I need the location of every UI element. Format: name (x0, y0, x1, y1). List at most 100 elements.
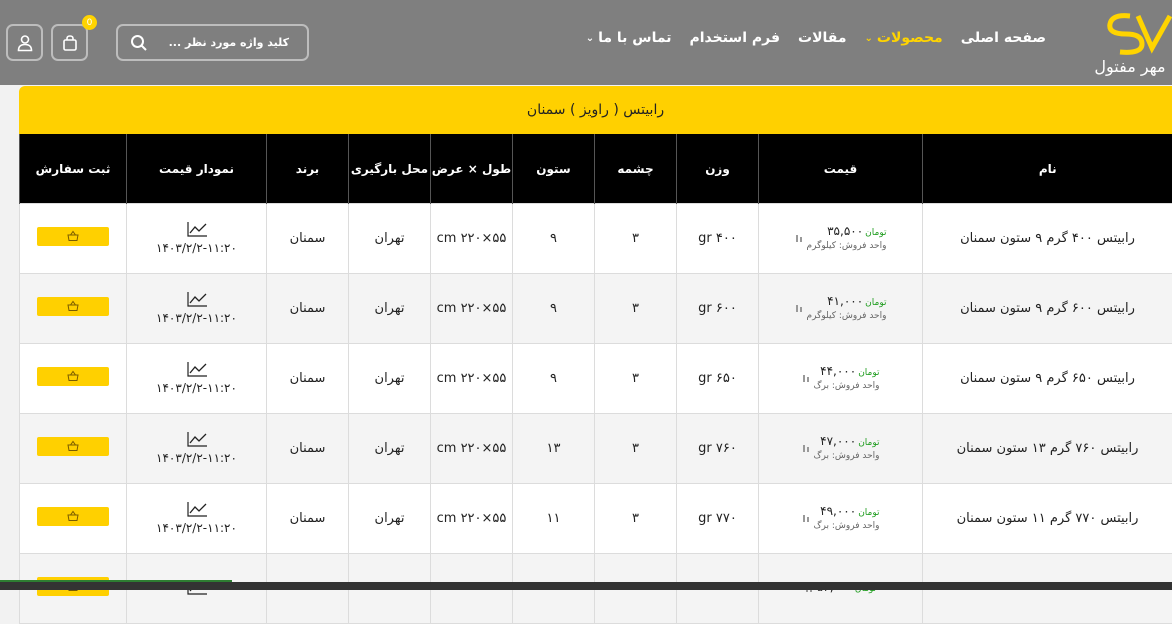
weight-cell: ۷۷۰ gr (677, 484, 759, 554)
price-date: ۱۴۰۳/۲/۲-۱۱:۲۰ (156, 381, 237, 395)
chart-cell[interactable]: ۱۴۰۳/۲/۲-۱۱:۲۰ (127, 344, 267, 414)
columns-cell: ۱۳ (513, 414, 595, 484)
nav-contact[interactable]: تماس با ما ⌄ (586, 30, 672, 46)
sale-unit: واحد فروش: برگ (814, 451, 880, 463)
order-button[interactable] (37, 437, 109, 456)
chevron-down-icon: ⌄ (865, 33, 873, 44)
header-brand: برند (267, 134, 349, 204)
order-cell (20, 414, 127, 484)
chart-cell[interactable]: ۱۴۰۳/۲/۲-۱۱:۲۰ (127, 204, 267, 274)
brand-cell: سمنان (267, 204, 349, 274)
weight-cell: ۶۰۰ gr (677, 274, 759, 344)
nav-products-label: محصولات (877, 30, 943, 46)
price-trend-icon (795, 303, 803, 313)
chart-cell[interactable]: ۱۴۰۳/۲/۲-۱۱:۲۰ (127, 484, 267, 554)
header-columns: ستون (513, 134, 595, 204)
price-cell: تومان۳۵,۵۰۰واحد فروش: کیلوگرم (759, 204, 923, 274)
price-value: ۴۱,۰۰۰ (827, 294, 863, 308)
basket-icon (67, 300, 79, 312)
currency-label: تومان (858, 438, 879, 448)
sale-unit: واحد فروش: کیلوگرم (807, 311, 887, 323)
shopping-bag-icon (61, 34, 79, 52)
nav-products[interactable]: محصولات ⌄ (865, 30, 943, 46)
nav-contact-label: تماس با ما (598, 30, 671, 46)
columns-cell: ۹ (513, 344, 595, 414)
line-chart-icon[interactable] (186, 501, 208, 517)
size-cell: ۵۵×۲۲۰ cm (431, 484, 513, 554)
currency-label: تومان (865, 228, 886, 238)
table-header-row: نام قیمت وزن چشمه ستون طول × عرض محل بار… (20, 134, 1172, 204)
account-button[interactable] (6, 24, 43, 61)
cart-count-badge: 0 (82, 15, 97, 30)
header-order: ثبت سفارش (20, 134, 127, 204)
chart-cell[interactable]: ۱۴۰۳/۲/۲-۱۱:۲۰ (127, 274, 267, 344)
search-input[interactable]: کلید واژه مورد نظر ... (148, 36, 289, 49)
table-row: رابیتس ۶۵۰ گرم ۹ ستون سمنانتومان۴۴,۰۰۰وا… (20, 344, 1172, 414)
order-button[interactable] (37, 507, 109, 526)
chevron-down-icon: ⌄ (586, 33, 594, 44)
cart-button[interactable] (51, 24, 88, 61)
line-chart-icon[interactable] (186, 221, 208, 237)
basket-icon (67, 510, 79, 522)
product-name[interactable]: رابیتس ۶۰۰ گرم ۹ ستون سمنان (923, 274, 1172, 344)
price-value: ۴۹,۰۰۰ (820, 504, 856, 518)
weight-cell: ۴۰۰ gr (677, 204, 759, 274)
order-cell (20, 344, 127, 414)
columns-cell: ۹ (513, 274, 595, 344)
mesh-cell: ۳ (595, 274, 677, 344)
place-cell: تهران (349, 204, 431, 274)
price-date: ۱۴۰۳/۲/۲-۱۱:۲۰ (156, 311, 237, 325)
place-cell: تهران (349, 344, 431, 414)
chart-cell[interactable]: ۱۴۰۳/۲/۲-۱۱:۲۰ (127, 414, 267, 484)
mesh-cell: ۳ (595, 204, 677, 274)
bottom-bar (0, 582, 1172, 590)
product-name[interactable]: رابیتس ۷۷۰ گرم ۱۱ ستون سمنان (923, 484, 1172, 554)
search-icon[interactable] (130, 34, 148, 52)
product-name[interactable]: رابیتس ۶۵۰ گرم ۹ ستون سمنان (923, 344, 1172, 414)
product-name[interactable]: رابیتس ۴۰۰ گرم ۹ ستون سمنان (923, 204, 1172, 274)
nav-home[interactable]: صفحه اصلی (961, 30, 1046, 46)
line-chart-icon[interactable] (186, 361, 208, 377)
price-trend-icon (802, 373, 810, 383)
price-trend-icon (802, 513, 810, 523)
columns-cell: ۱۱ (513, 484, 595, 554)
header-price: قیمت (759, 134, 923, 204)
price-value: ۴۴,۰۰۰ (820, 364, 856, 378)
header-bar: مهر مفتول صفحه اصلی محصولات ⌄ مقالات فرم … (0, 0, 1172, 85)
line-chart-icon[interactable] (186, 431, 208, 447)
product-name[interactable]: رابیتس ۷۶۰ گرم ۱۳ ستون سمنان (923, 414, 1172, 484)
place-cell: تهران (349, 484, 431, 554)
header-name: نام (923, 134, 1172, 204)
table-row: رابیتس ۷۷۰ گرم ۱۱ ستون سمنانتومان۴۹,۰۰۰و… (20, 484, 1172, 554)
nav-articles[interactable]: مقالات (798, 30, 847, 46)
price-cell: تومان۴۷,۰۰۰ واحد فروش: برگ (759, 414, 923, 484)
sale-unit: واحد فروش: برگ (814, 381, 880, 393)
order-cell (20, 484, 127, 554)
user-icon (16, 34, 34, 52)
mesh-cell: ۳ (595, 414, 677, 484)
table-row: رابیتس ۶۰۰ گرم ۹ ستون سمنان تومان۴۱,۰۰۰ وا… (20, 274, 1172, 344)
order-button[interactable] (37, 297, 109, 316)
header-weight: وزن (677, 134, 759, 204)
line-chart-icon[interactable] (186, 291, 208, 307)
header-mesh: چشمه (595, 134, 677, 204)
place-cell: تهران (349, 274, 431, 344)
size-cell: ۵۵×۲۲۰ cm (431, 344, 513, 414)
price-date: ۱۴۰۳/۲/۲-۱۱:۲۰ (156, 451, 237, 465)
table-row: رابیتس ۷۶۰ گرم ۱۳ ستون سمنان تومان۴۷,۰۰۰ و… (20, 414, 1172, 484)
nav-jobs[interactable]: فرم استخدام (689, 30, 780, 46)
brand-cell: سمنان (267, 274, 349, 344)
order-button[interactable] (37, 227, 109, 246)
price-value: ۳۵,۵۰۰ (827, 224, 863, 238)
order-cell (20, 274, 127, 344)
search-box[interactable]: کلید واژه مورد نظر ... (116, 24, 309, 61)
header-chart: نمودار قیمت (127, 134, 267, 204)
basket-icon (67, 370, 79, 382)
header-place: محل بارگیری (349, 134, 431, 204)
brand-cell: سمنان (267, 344, 349, 414)
price-value: ۴۷,۰۰۰ (820, 434, 856, 448)
currency-label: تومان (865, 298, 886, 308)
order-button[interactable] (37, 367, 109, 386)
header-size: طول × عرض (431, 134, 513, 204)
site-logo[interactable]: مهر مفتول (1090, 6, 1172, 78)
